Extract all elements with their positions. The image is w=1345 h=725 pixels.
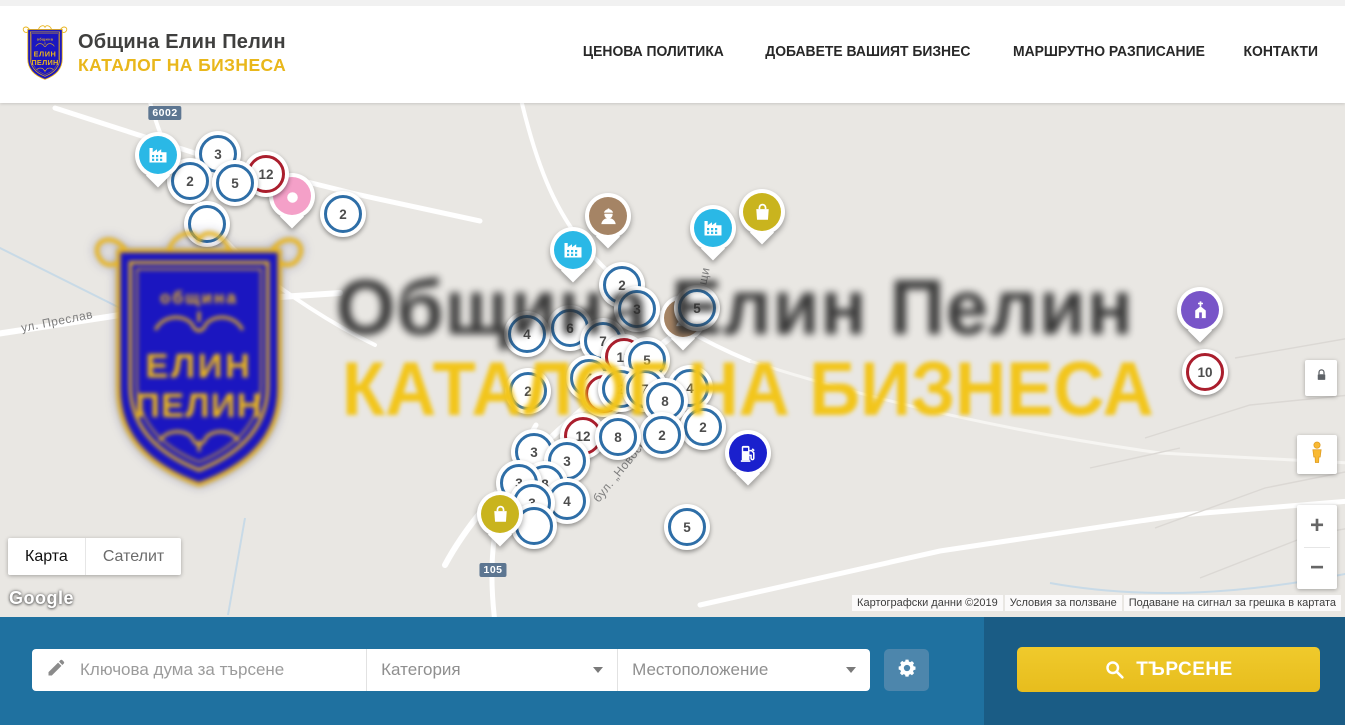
map-type-map-button[interactable]: Карта — [8, 538, 85, 575]
location-select-value: Местоположение — [632, 660, 768, 680]
nav-item-contacts[interactable]: КОНТАКТИ — [1244, 44, 1318, 60]
zoom-out-button[interactable]: − — [1297, 548, 1337, 589]
map-cluster-marker[interactable]: 2 — [320, 191, 366, 237]
attribution-link[interactable]: Условия за ползване — [1005, 595, 1122, 611]
factory-icon — [139, 136, 177, 174]
keyword-field — [32, 649, 366, 691]
pencil-icon — [46, 658, 66, 683]
map-cluster-marker[interactable] — [184, 201, 230, 247]
search-fields: Категория Местоположение — [32, 649, 870, 691]
site-header: община ЕЛИН ПЕЛИН Община Елин Пелин КАТА… — [0, 0, 1345, 103]
map-cluster-marker[interactable]: 5 — [674, 285, 720, 331]
google-logo[interactable]: Google — [9, 588, 74, 609]
map-pin-marker[interactable] — [135, 132, 181, 178]
nav-item-add-business[interactable]: ДОБАВЕТЕ ВАШИЯТ БИЗНЕС — [765, 44, 970, 60]
map-pin-marker[interactable] — [690, 205, 736, 251]
map-pin-marker[interactable] — [1177, 287, 1223, 333]
map-pin-marker[interactable] — [739, 189, 785, 235]
chevron-down-icon — [593, 667, 603, 673]
map-cluster-marker[interactable]: 8 — [595, 414, 641, 460]
gear-icon — [897, 658, 917, 683]
map-attribution: Картографски данни ©2019Условия за ползв… — [852, 595, 1341, 611]
nav-item-route-schedule[interactable]: МАРШРУТНО РАЗПИСАНИЕ — [1013, 44, 1205, 60]
svg-text:община: община — [37, 38, 54, 42]
zoom-in-button[interactable]: + — [1297, 506, 1337, 547]
lock-button[interactable] — [1305, 360, 1337, 396]
map-pin-marker[interactable] — [725, 430, 771, 476]
map-cluster-marker[interactable]: 5 — [212, 160, 258, 206]
site-title: Община Елин Пелин — [78, 31, 286, 54]
top-strip — [0, 0, 1345, 6]
svg-text:ПЕЛИН: ПЕЛИН — [31, 58, 58, 67]
map-cluster-marker[interactable]: 3 — [614, 286, 660, 332]
site-logo[interactable]: община ЕЛИН ПЕЛИН Община Елин Пелин КАТА… — [21, 22, 286, 84]
category-select-value: Категория — [381, 660, 460, 680]
map-cluster-marker[interactable]: 10 — [1182, 349, 1228, 395]
business-catalog-page: 6002105ул. Преславбул. „Новоселщи 312252… — [0, 0, 1345, 725]
map-type-satellite-button[interactable]: Сателит — [85, 538, 181, 575]
attribution-link[interactable]: Подаване на сигнал за грешка в картата — [1124, 595, 1341, 611]
municipality-emblem: община ЕЛИН ПЕЛИН — [21, 22, 69, 84]
fuel-icon — [729, 434, 767, 472]
search-icon — [1104, 659, 1125, 680]
map-cluster-marker[interactable]: 5 — [664, 504, 710, 550]
map-cluster-marker[interactable]: 2 — [639, 412, 685, 458]
main-navigation: ЦЕНОВА ПОЛИТИКА ДОБАВЕТЕ ВАШИЯТ БИЗНЕС МАР… — [580, 0, 1320, 103]
advanced-settings-button[interactable] — [884, 649, 929, 691]
nav-item-pricing[interactable]: ЦЕНОВА ПОЛИТИКА — [583, 44, 724, 60]
category-select[interactable]: Категория — [366, 649, 617, 691]
street-view-pegman-button[interactable] — [1297, 435, 1337, 474]
factory-icon — [554, 231, 592, 269]
bag-icon — [743, 193, 781, 231]
chevron-down-icon — [846, 667, 856, 673]
church-icon — [1181, 291, 1219, 329]
keyword-search-input[interactable] — [78, 659, 366, 681]
site-subtitle: КАТАЛОГ НА БИЗНЕСА — [78, 55, 286, 76]
attribution-text: Картографски данни ©2019 — [852, 595, 1003, 611]
map-cluster-marker[interactable]: 2 — [680, 404, 726, 450]
factory-icon — [694, 209, 732, 247]
map-cluster-marker[interactable]: 4 — [504, 311, 550, 357]
map-zoom-control: + − — [1297, 505, 1337, 589]
map-cluster-marker[interactable]: 2 — [505, 368, 551, 414]
pegman-icon — [1306, 439, 1328, 470]
map-pin-marker[interactable] — [477, 491, 523, 537]
map-pin-marker[interactable] — [550, 227, 596, 273]
bag-icon — [481, 495, 519, 533]
search-button-label: ТЪРСЕНЕ — [1136, 659, 1233, 681]
svg-text:ЕЛИН: ЕЛИН — [34, 50, 57, 59]
search-button[interactable]: ТЪРСЕНЕ — [1017, 647, 1320, 692]
lock-icon — [1314, 368, 1329, 388]
map-type-control: Карта Сателит — [8, 538, 181, 575]
location-select[interactable]: Местоположение — [617, 649, 870, 691]
